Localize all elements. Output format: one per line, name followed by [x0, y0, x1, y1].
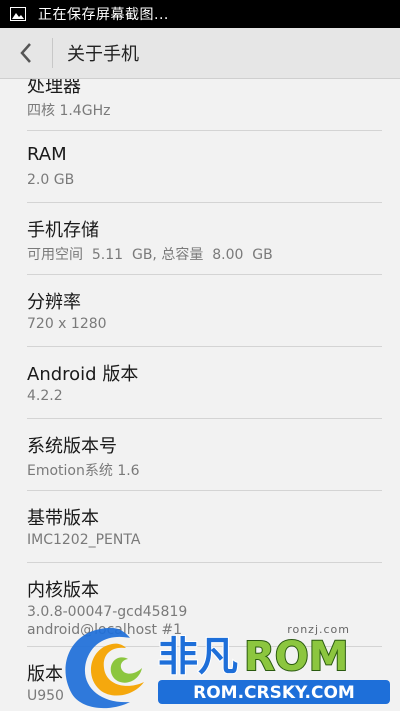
item-summary: Emotion系统 1.6 [27, 463, 140, 479]
action-bar: 关于手机 [0, 28, 400, 79]
action-bar-divider [52, 38, 53, 68]
list-item-android-version[interactable]: Android 版本 4.2.2 [27, 347, 382, 419]
item-title: 分辨率 [27, 292, 81, 313]
status-bar: 正在保存屏幕截图... [0, 0, 400, 28]
item-title: 处理器 [27, 79, 81, 97]
list-item-build-number[interactable]: 系统版本号 Emotion系统 1.6 [27, 419, 382, 491]
status-text: 正在保存屏幕截图... [38, 7, 169, 23]
item-summary: 四核 1.4GHz [27, 103, 111, 119]
item-summary: 3.0.8-00047-gcd45819 [27, 604, 188, 620]
item-summary: IMC1202_PENTA [27, 532, 141, 548]
item-title: 手机存储 [27, 220, 99, 241]
list-item-storage[interactable]: 手机存储 可用空间 5.11 GB, 总容量 8.00 GB [27, 203, 382, 275]
item-summary: 可用空间 5.11 GB, 总容量 8.00 GB [27, 247, 273, 263]
item-summary: 4.2.2 [27, 388, 63, 404]
item-title: RAM [27, 144, 67, 165]
item-title: 系统版本号 [27, 436, 117, 457]
back-button[interactable] [0, 28, 52, 78]
item-title: 基带版本 [27, 508, 99, 529]
item-title: Android 版本 [27, 364, 139, 385]
chevron-left-icon [20, 43, 31, 63]
item-title: 内核版本 [27, 580, 99, 601]
item-title: 版本 [27, 664, 63, 685]
settings-list[interactable]: 处理器 四核 1.4GHz RAM 2.0 GB 手机存储 可用空间 5.11 … [0, 79, 400, 711]
list-item-ram[interactable]: RAM 2.0 GB [27, 131, 382, 203]
list-item-processor[interactable]: 处理器 四核 1.4GHz [27, 79, 382, 131]
item-summary: U950 [27, 688, 64, 704]
page-title: 关于手机 [67, 44, 139, 65]
item-summary: 2.0 GB [27, 172, 75, 188]
item-summary-line2: android@localhost #1 [27, 622, 183, 638]
item-summary: 720 x 1280 [27, 316, 107, 332]
image-icon [10, 7, 26, 21]
list-item-version[interactable]: 版本 U950 [27, 647, 382, 711]
list-item-resolution[interactable]: 分辨率 720 x 1280 [27, 275, 382, 347]
list-item-baseband-version[interactable]: 基带版本 IMC1202_PENTA [27, 491, 382, 563]
watermark-site-text: ronzj.com [287, 623, 350, 636]
